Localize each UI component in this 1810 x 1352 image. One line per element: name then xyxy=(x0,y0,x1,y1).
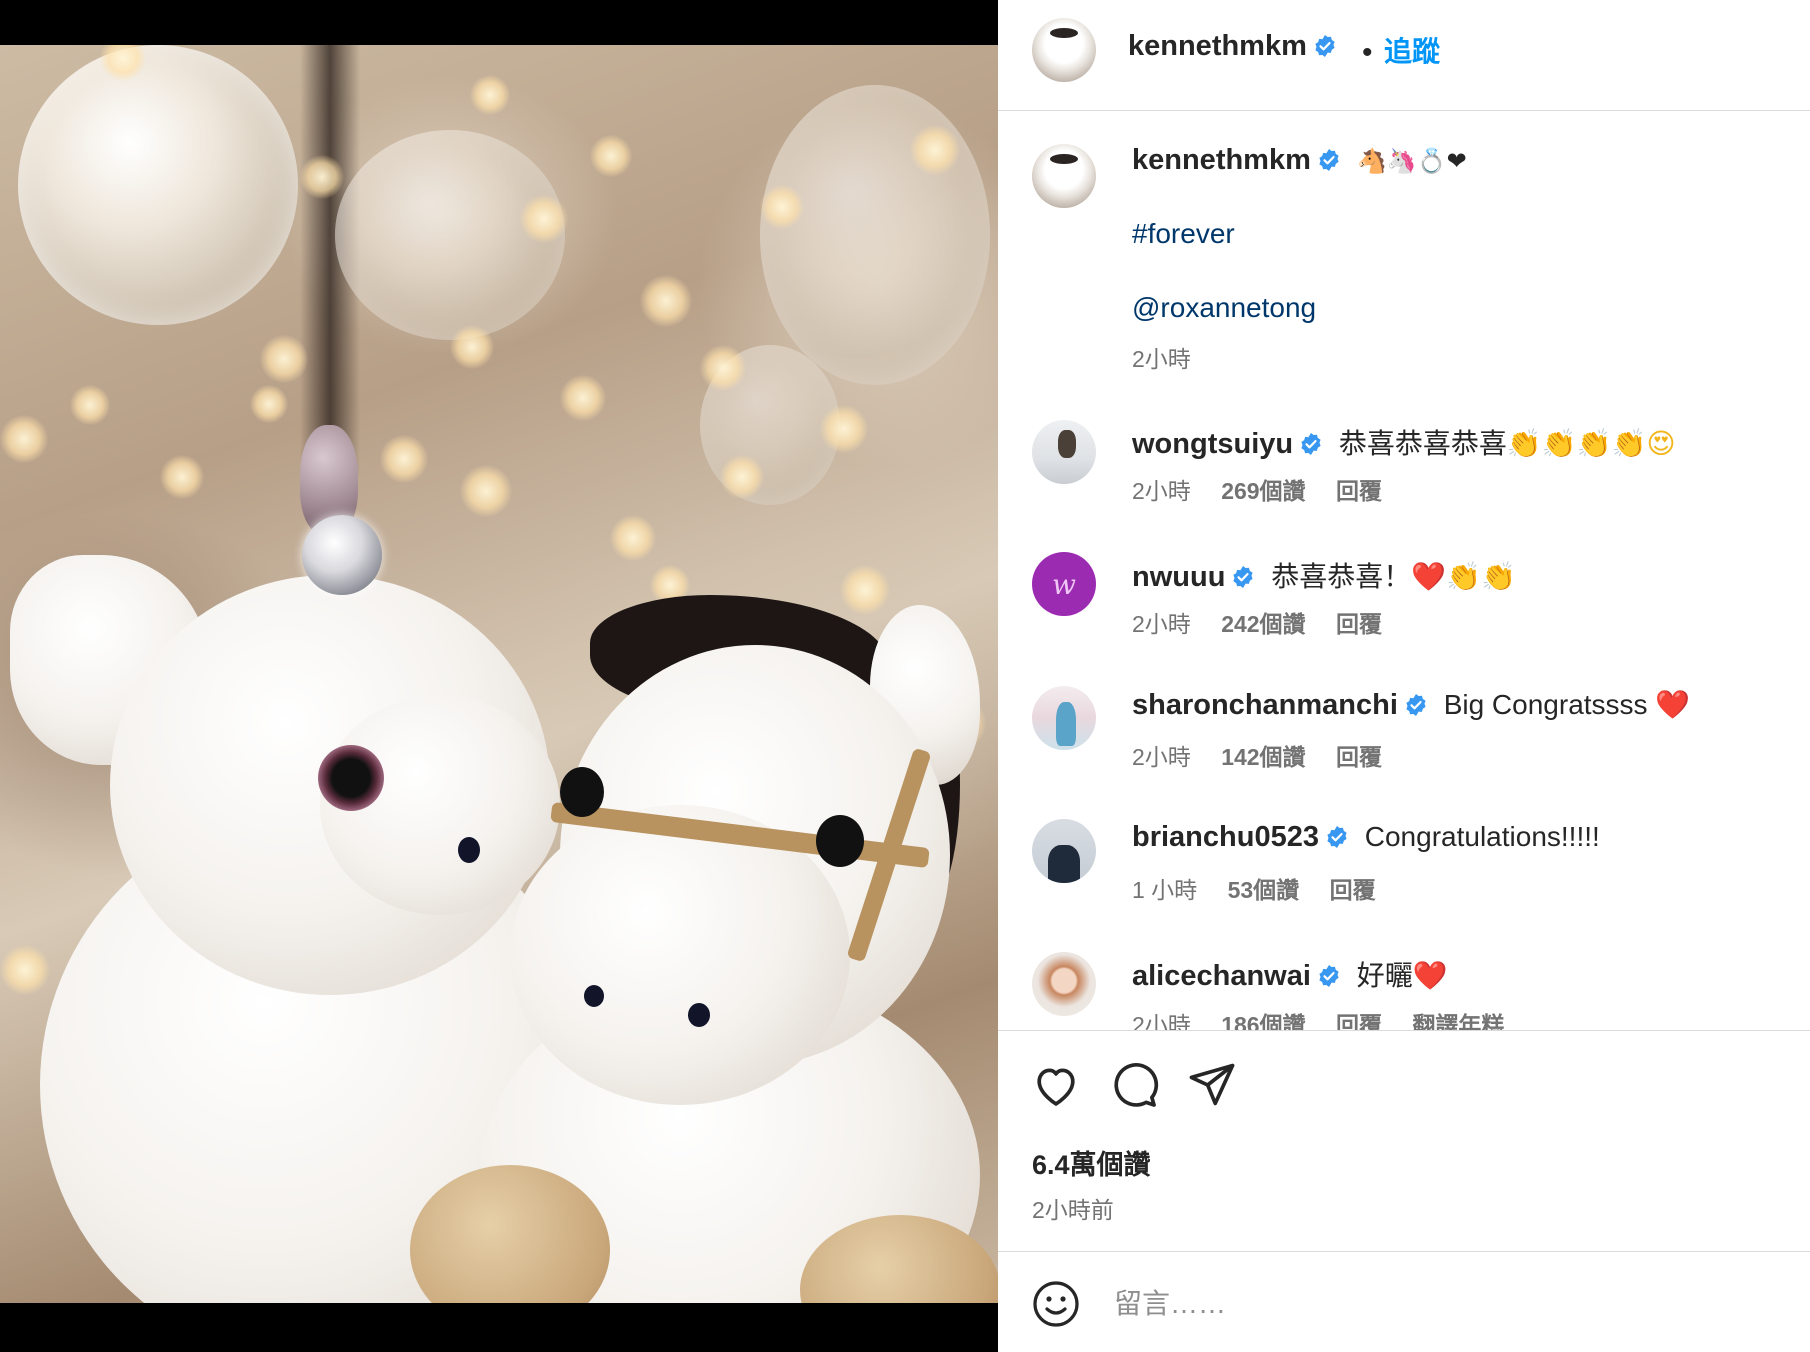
post-actions: 6.4萬個讚 2小時前 xyxy=(998,1031,1810,1251)
paper-plane-icon[interactable] xyxy=(1186,1059,1238,1111)
comment-username[interactable]: alicechanwai xyxy=(1132,960,1311,992)
comment-meta: 2小時 186個讚 回覆 翻譯年糕 xyxy=(1132,1006,1528,1030)
horse-eye-left xyxy=(560,767,604,817)
verified-badge-icon xyxy=(1315,35,1335,57)
post-details-panel: kennethmkm • 追蹤 kennethmkm 🐴🦄💍❤ #forever… xyxy=(998,0,1810,1352)
comment-meta: 2小時 269個讚 回覆 xyxy=(1132,472,1406,506)
comment-username[interactable]: wongtsuiyu xyxy=(1132,428,1293,460)
verified-badge-icon xyxy=(1319,149,1339,171)
smiley-icon[interactable] xyxy=(1032,1280,1080,1328)
reply-button[interactable]: 回覆 xyxy=(1336,611,1382,637)
author-username[interactable]: kennethmkm xyxy=(1128,30,1337,63)
reply-button[interactable]: 回覆 xyxy=(1336,744,1382,770)
comment-input[interactable] xyxy=(1114,1276,1714,1332)
verified-badge-icon xyxy=(1406,694,1426,716)
horse-eye-right xyxy=(816,815,864,867)
comment-time: 2小時 xyxy=(1132,478,1191,504)
comment-meta: 2小時 242個讚 回覆 xyxy=(1132,605,1406,639)
post-media[interactable] xyxy=(0,0,998,1352)
comment-text: Big Congratssss xyxy=(1443,689,1648,720)
comment-text: 恭喜恭喜恭喜 xyxy=(1338,428,1507,459)
caption-time-text: 2小時 xyxy=(1132,346,1191,372)
comment-username[interactable]: brianchu0523 xyxy=(1132,821,1319,853)
comment: alicechanwai 好曬❤️ xyxy=(1132,954,1448,994)
comment-time: 2小時 xyxy=(1132,744,1191,770)
post-timestamp[interactable]: 2小時前 xyxy=(1032,1191,1114,1225)
comment: sharonchanmanchi Big Congratssss ❤️ xyxy=(1132,688,1690,722)
likes-count[interactable]: 6.4萬個讚 xyxy=(1032,1143,1151,1182)
reply-button[interactable]: 回覆 xyxy=(1336,1012,1382,1030)
reply-button[interactable]: 回覆 xyxy=(1330,877,1376,903)
comment-avatar[interactable] xyxy=(1032,420,1096,484)
author-username-text[interactable]: kennethmkm xyxy=(1128,30,1307,62)
comment-likes[interactable]: 53個讚 xyxy=(1228,877,1300,903)
caption-username[interactable]: kennethmkm 🐴🦄💍❤ xyxy=(1132,144,1467,177)
comment-time: 2小時 xyxy=(1132,1012,1191,1030)
comment-avatar[interactable] xyxy=(1032,686,1096,750)
comment-avatar[interactable]: w xyxy=(1032,552,1096,616)
caption-username-text[interactable]: kennethmkm xyxy=(1132,144,1311,176)
caption-emoji: 🐴🦄💍❤ xyxy=(1356,147,1467,175)
heart-icon[interactable] xyxy=(1030,1059,1082,1111)
comment-avatar[interactable] xyxy=(1032,819,1096,883)
comment-username[interactable]: nwuuu xyxy=(1132,561,1225,593)
comment-emoji: 👏👏👏👏😍 xyxy=(1506,427,1676,460)
reply-button[interactable]: 回覆 xyxy=(1336,478,1382,504)
verified-badge-icon xyxy=(1301,433,1321,455)
comment-likes[interactable]: 142個讚 xyxy=(1221,744,1305,770)
caption-mention[interactable]: @roxannetong xyxy=(1132,292,1316,324)
horse-plush xyxy=(0,45,998,1303)
comment-meta: 1 小時 53個讚 回覆 xyxy=(1132,871,1400,905)
comment-composer xyxy=(998,1252,1810,1352)
comment-emoji: ❤️👏👏 xyxy=(1411,560,1516,593)
comment-text: Congratulations!!!!! xyxy=(1364,821,1600,852)
author-avatar[interactable] xyxy=(1032,18,1096,82)
comment-bubble-icon[interactable] xyxy=(1108,1059,1160,1111)
verified-badge-icon xyxy=(1327,826,1347,848)
comment-time: 2小時 xyxy=(1132,611,1191,637)
post-photo[interactable] xyxy=(0,45,998,1303)
translate-button[interactable]: 翻譯年糕 xyxy=(1412,1012,1504,1030)
comment-avatar[interactable] xyxy=(1032,952,1096,1016)
comment-emoji: ❤️ xyxy=(1655,688,1691,721)
verified-badge-icon xyxy=(1319,965,1339,987)
caption-hashtag[interactable]: #forever xyxy=(1132,218,1235,250)
header-separator: • xyxy=(1362,36,1373,69)
comment-likes[interactable]: 186個讚 xyxy=(1221,1012,1305,1030)
verified-badge-icon xyxy=(1233,566,1254,588)
comment-likes[interactable]: 242個讚 xyxy=(1221,611,1305,637)
comment-text: 好曬 xyxy=(1356,960,1413,991)
comment: wongtsuiyu 恭喜恭喜恭喜👏👏👏👏😍 xyxy=(1132,422,1676,462)
comment-username[interactable]: sharonchanmanchi xyxy=(1132,689,1398,721)
horse-nostril-right xyxy=(688,1003,710,1027)
horse-nostril-left xyxy=(584,985,604,1007)
post-header: kennethmkm • 追蹤 xyxy=(998,0,1810,111)
avatar-letter: w xyxy=(1052,567,1076,601)
comment: nwuuu 恭喜恭喜！❤️👏👏 xyxy=(1132,555,1516,595)
comment-likes[interactable]: 269個讚 xyxy=(1221,478,1305,504)
follow-button[interactable]: 追蹤 xyxy=(1384,30,1440,70)
comment-text: 恭喜恭喜！ xyxy=(1271,561,1412,592)
comment-meta: 2小時 142個讚 回覆 xyxy=(1132,738,1406,772)
caption-avatar[interactable] xyxy=(1032,144,1096,208)
comment: brianchu0523 Congratulations!!!!! xyxy=(1132,821,1600,854)
comment-emoji: ❤️ xyxy=(1412,959,1448,992)
comments-list[interactable]: kennethmkm 🐴🦄💍❤ #forever @roxannetong 2小… xyxy=(998,112,1810,1030)
comment-time: 1 小時 xyxy=(1132,877,1198,903)
caption-time: 2小時 xyxy=(1132,340,1215,374)
